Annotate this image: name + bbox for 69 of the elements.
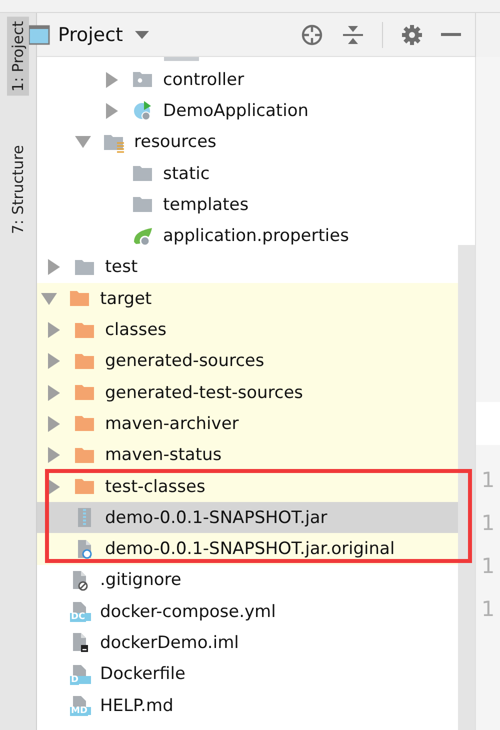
tree-row[interactable]: classes bbox=[37, 314, 458, 346]
collapsed-arrow-icon[interactable] bbox=[48, 322, 60, 338]
collapsed-arrow-icon[interactable] bbox=[48, 478, 60, 494]
tree-item-label: docker-compose.yml bbox=[100, 602, 276, 622]
tree-item-label: DemoApplication bbox=[163, 100, 308, 121]
config-file-icon bbox=[132, 226, 155, 247]
tree-row[interactable]: maven-status bbox=[37, 440, 458, 471]
tree-row[interactable]: target bbox=[37, 283, 458, 314]
collapsed-arrow-icon[interactable] bbox=[106, 102, 118, 119]
tree-row[interactable]: demo-0.0.1-SNAPSHOT.jar bbox=[37, 502, 458, 534]
file-type-badge: D bbox=[70, 676, 80, 685]
tree-item-label: Dockerfile bbox=[100, 664, 186, 684]
tree-item-label: classes bbox=[105, 320, 167, 340]
tree-item-label: application.properties bbox=[163, 226, 349, 246]
tree-row[interactable]: resources bbox=[37, 126, 458, 158]
collapsed-arrow-icon[interactable] bbox=[48, 447, 60, 464]
folder-icon bbox=[74, 476, 97, 497]
tree-item-label: templates bbox=[163, 194, 249, 215]
tree-item-label: HELP.md bbox=[100, 696, 174, 716]
collapsed-arrow-icon[interactable] bbox=[48, 353, 60, 370]
project-window-icon bbox=[28, 24, 50, 44]
tree-row[interactable]: static bbox=[37, 158, 458, 190]
tree-row[interactable]: DemoApplication bbox=[37, 95, 458, 127]
tree-item-label: demo-0.0.1-SNAPSHOT.jar bbox=[105, 508, 328, 528]
tree-item-label: demo-0.0.1-SNAPSHOT.jar.original bbox=[105, 539, 395, 560]
collapsed-arrow-icon[interactable] bbox=[48, 259, 60, 276]
tree-item-label: target bbox=[100, 288, 152, 309]
settings-icon[interactable] bbox=[401, 24, 423, 46]
tree-row[interactable]: generated-sources bbox=[37, 346, 458, 377]
locate-icon[interactable] bbox=[300, 22, 324, 46]
collapsed-arrow-icon[interactable] bbox=[48, 416, 60, 432]
tree-row[interactable]: maven-archiver bbox=[37, 408, 458, 440]
tree-item-label: static bbox=[163, 164, 210, 184]
tree-item-label: test-classes bbox=[105, 476, 206, 496]
tree-row[interactable]: MD HELP.md bbox=[37, 690, 458, 722]
tree-row[interactable]: controller bbox=[37, 64, 458, 96]
tree-row[interactable]: D Dockerfile bbox=[37, 658, 458, 690]
line-number: 1 bbox=[481, 553, 495, 580]
minimize-icon[interactable] bbox=[441, 32, 461, 36]
panel-title[interactable]: Project bbox=[58, 24, 124, 46]
tree-item-label: maven-status bbox=[105, 445, 222, 466]
tree-item-label: test bbox=[105, 257, 138, 278]
tree-row[interactable]: templates bbox=[37, 189, 458, 220]
tree-row[interactable]: demo-0.0.1-SNAPSHOT.jar.original bbox=[37, 533, 458, 565]
tree-item-label: controller bbox=[163, 70, 244, 90]
expanded-arrow-icon[interactable] bbox=[75, 136, 91, 148]
collapsed-arrow-icon[interactable] bbox=[106, 72, 118, 88]
tree-item-label: resources bbox=[134, 132, 216, 152]
tree-row[interactable]: generated-test-sources bbox=[37, 376, 458, 408]
expanded-arrow-icon[interactable] bbox=[41, 292, 57, 305]
tree-item-label: maven-archiver bbox=[105, 414, 239, 434]
file-type-badge: DC bbox=[70, 613, 86, 622]
line-number: 1 bbox=[481, 510, 495, 537]
tree-row[interactable]: .gitignore bbox=[37, 564, 458, 596]
tree-row[interactable]: DC docker-compose.yml bbox=[37, 596, 458, 628]
line-number: 1 bbox=[481, 467, 495, 494]
tree-item-label: generated-sources bbox=[105, 351, 264, 372]
line-number: 1 bbox=[481, 596, 495, 623]
tree-row[interactable]: application.properties bbox=[37, 220, 458, 252]
tool-window-tab[interactable]: 7: Structure bbox=[7, 140, 29, 238]
tree-item-label: dockerDemo.iml bbox=[100, 632, 239, 653]
tool-window-tab[interactable]: 1: Project bbox=[7, 17, 29, 96]
caret-icon[interactable] bbox=[135, 30, 150, 38]
tree-row[interactable]: dockerDemo.iml bbox=[37, 627, 458, 659]
collapsed-arrow-icon[interactable] bbox=[48, 384, 60, 401]
tree-item-label: generated-test-sources bbox=[105, 382, 304, 403]
file-type-badge: MD bbox=[70, 707, 88, 716]
tree-item-label: .gitignore bbox=[100, 570, 182, 590]
tree-row[interactable]: test bbox=[37, 252, 458, 284]
